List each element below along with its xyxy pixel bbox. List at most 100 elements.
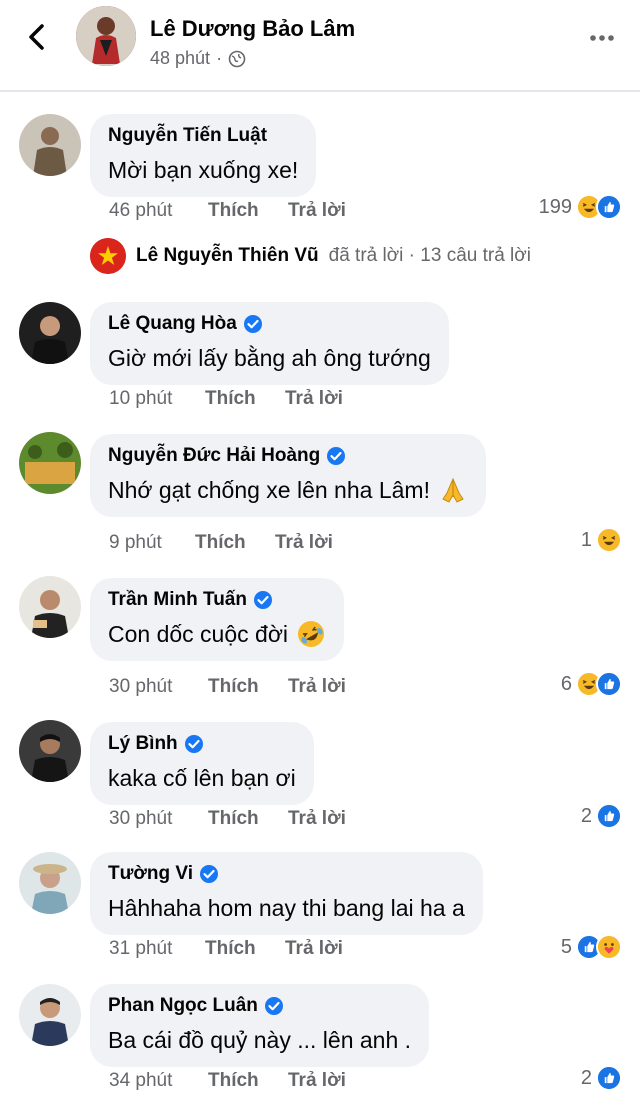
globe-icon [228,50,246,67]
commenter-name: Phan Ngọc Luân [108,994,411,1018]
commenter-name[interactable]: Nguyễn Tiến Luật [108,124,298,148]
comment-bubble[interactable]: Lê Quang Hòa Giờ mới lấy bằng ah ông tướ… [90,302,449,385]
commenter-avatar[interactable] [19,114,81,176]
comment-text: Ba cái đồ quỷ này ... lên anh . [108,1025,411,1055]
comment-time[interactable]: 31 phút [109,938,205,960]
reaction-count: 2 [580,804,592,827]
view-replies-link[interactable]: Lê Nguyễn Thiên Vũ đã trả lời · 13 câu t… [90,238,531,274]
comment-actions: 30 phút Thích Trả lời [109,676,346,698]
like-button[interactable]: Thích [195,532,275,554]
like-reaction-icon [596,1065,622,1091]
reaction-summary[interactable]: 199 [539,194,622,220]
reaction-summary[interactable]: 6 [561,671,622,697]
more-dots-icon[interactable] [588,28,616,48]
chevron-left-icon[interactable] [22,22,52,52]
comment-text-content: Hâhhaha hom nay thi bang lai ha a [108,894,465,921]
commenter-name-text[interactable]: Lý Bình [108,733,178,755]
verified-badge-icon [184,735,203,753]
comment-bubble[interactable]: Nguyễn Đức Hải Hoàng Nhớ gạt chống xe lê… [90,434,486,517]
comment-time[interactable]: 30 phút [109,676,208,698]
comment-text: Hâhhaha hom nay thi bang lai ha a [108,893,465,923]
comment-text-content: Con dốc cuộc đời [108,620,289,647]
header-divider [0,90,640,92]
like-button[interactable]: Thích [205,938,285,960]
comment-time[interactable]: 46 phút [109,200,208,222]
commenter-avatar[interactable] [19,720,81,782]
reaction-summary[interactable]: 5 [561,934,622,960]
like-button[interactable]: Thích [208,200,288,222]
comment-actions: 34 phút Thích Trả lời [109,1070,346,1092]
haha-reaction-icon [596,527,622,553]
reaction-count: 199 [538,195,572,218]
comment-time[interactable]: 9 phút [109,532,195,554]
commenter-avatar[interactable] [19,576,81,638]
reply-button[interactable]: Trả lời [285,938,343,960]
verified-badge-icon [253,591,272,609]
reply-button[interactable]: Trả lời [288,200,346,222]
comment-text: kaka cố lên bạn ơi [108,763,296,793]
reply-button[interactable]: Trả lời [288,808,346,830]
verified-badge-icon [199,865,218,883]
post-time[interactable]: 48 phút [150,48,210,69]
like-reaction-icon [596,803,622,829]
commenter-avatar[interactable] [19,302,81,364]
reaction-summary[interactable]: 2 [581,803,622,829]
reply-button[interactable]: Trả lời [288,676,346,698]
vietnam-flag-icon [90,238,126,274]
commenter-name-text[interactable]: Lê Quang Hòa [108,313,237,335]
comment-text-content: Mời bạn xuống xe! [108,156,299,183]
commenter-name-text[interactable]: Tường Vi [108,863,193,885]
comment-bubble[interactable]: Nguyễn Tiến Luật Mời bạn xuống xe! [90,114,317,197]
verified-badge-icon [264,997,283,1015]
like-reaction-icon [596,194,622,220]
comment-text-content: Ba cái đồ quỷ này ... lên anh . [108,1026,412,1053]
comment-bubble[interactable]: Trần Minh Tuấn Con dốc cuộc đời [90,578,345,661]
comment-actions: 46 phút Thích Trả lời [109,200,346,222]
author-name[interactable]: Lê Dương Bảo Lâm [150,16,355,42]
commenter-name: Tường Vi [108,862,465,886]
reply-button[interactable]: Trả lời [275,532,333,554]
like-button[interactable]: Thích [208,1070,288,1092]
like-button[interactable]: Thích [208,676,288,698]
commenter-name: Nguyễn Đức Hải Hoàng [108,444,468,468]
reaction-count: 1 [580,528,592,551]
author-avatar[interactable] [76,6,136,66]
comment-text-content: kaka cố lên bạn ơi [108,764,296,791]
comment-text-content: Nhớ gạt chống xe lên nha Lâm! [108,476,430,503]
reaction-summary[interactable]: 1 [581,527,622,553]
commenter-name-text[interactable]: Trần Minh Tuấn [108,589,247,611]
verified-badge-icon [327,447,346,465]
reply-button[interactable]: Trả lời [288,1070,346,1092]
reaction-count: 6 [560,672,572,695]
commenter-avatar[interactable] [19,852,81,914]
comment-time[interactable]: 30 phút [109,808,208,830]
rolling-laughing-emoji [298,621,325,647]
comment-text: Con dốc cuộc đời [108,619,326,649]
comment-actions: 30 phút Thích Trả lời [109,808,346,830]
comment-text: Giờ mới lấy bằng ah ông tướng [108,343,431,373]
comment-time[interactable]: 10 phút [109,388,205,410]
comment-actions: 31 phút Thích Trả lời [109,938,343,960]
commenter-name-text[interactable]: Phan Ngọc Luân [108,995,258,1017]
commenter-avatar[interactable] [19,984,81,1046]
comment-bubble[interactable]: Tường Vi Hâhhaha hom nay thi bang lai ha… [90,852,483,935]
like-button[interactable]: Thích [208,808,288,830]
post-meta: 48 phút · [150,48,246,69]
comment-time[interactable]: 34 phút [109,1070,208,1092]
verified-badge-icon [243,315,262,333]
commenter-name: Lê Quang Hòa [108,312,431,336]
meta-separator: · [216,48,223,68]
folded-hands-emoji [442,477,464,503]
comment-bubble[interactable]: Phan Ngọc Luân Ba cái đồ quỷ này ... lên… [90,984,430,1067]
commenter-avatar[interactable] [19,432,81,494]
reaction-count: 2 [580,1066,592,1089]
reply-count-text: đã trả lời · 13 câu trả lời [328,245,531,266]
commenter-name-text[interactable]: Nguyễn Đức Hải Hoàng [108,445,320,467]
comment-bubble[interactable]: Lý Bình kaka cố lên bạn ơi [90,722,314,805]
commenter-name: Lý Bình [108,732,296,756]
reaction-count: 5 [560,935,572,958]
reply-button[interactable]: Trả lời [285,388,343,410]
like-button[interactable]: Thích [205,388,285,410]
comment-text-content: Giờ mới lấy bằng ah ông tướng [108,344,431,371]
reaction-summary[interactable]: 2 [581,1065,622,1091]
